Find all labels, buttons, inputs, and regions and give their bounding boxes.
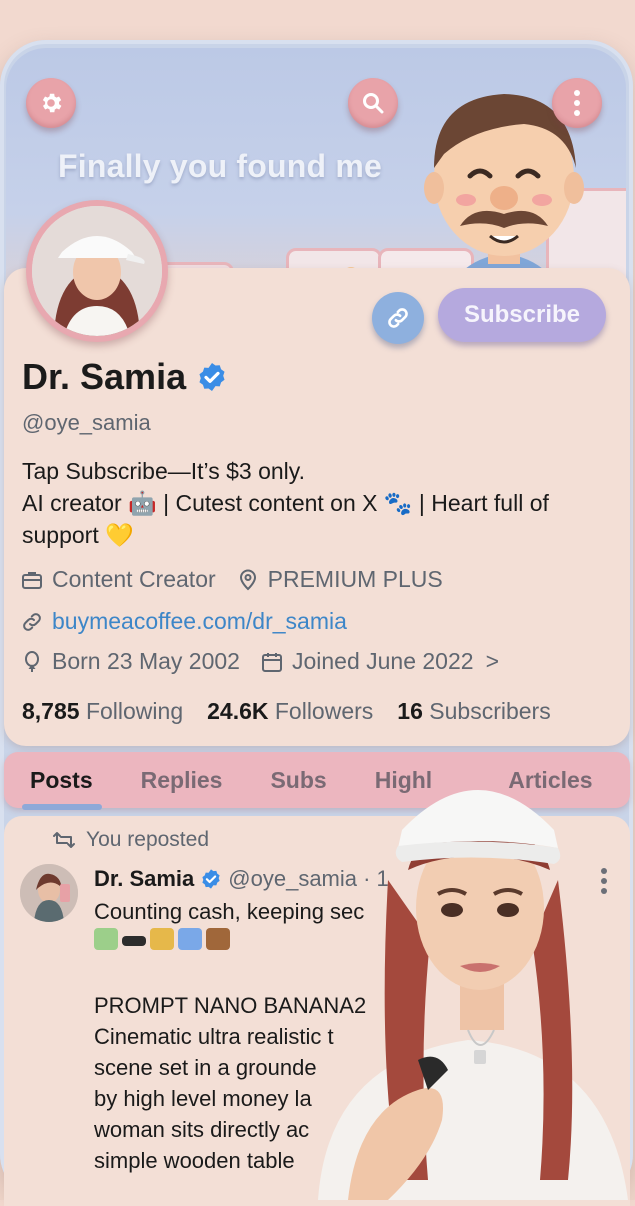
location-text: PREMIUM PLUS bbox=[267, 566, 443, 592]
gear-icon bbox=[42, 93, 62, 113]
profile-handle: @oye_samia bbox=[22, 410, 151, 435]
search-button[interactable] bbox=[348, 78, 398, 128]
profile-meta-dates: Born 23 May 2002 Joined June 2022 > bbox=[20, 648, 499, 675]
following-label: Following bbox=[85, 698, 184, 724]
born-text: Born 23 May 2002 bbox=[52, 648, 240, 674]
search-icon bbox=[363, 93, 384, 114]
banner-title: Finally you found me bbox=[58, 148, 383, 184]
location-icon bbox=[239, 569, 256, 590]
category-text: Content Creator bbox=[52, 566, 216, 592]
bio-line-1: Tap Subscribe—It’s $3 only. bbox=[22, 458, 305, 484]
character-illustration bbox=[318, 790, 628, 1200]
briefcase-emoji-icon bbox=[206, 928, 230, 950]
repost-icon bbox=[53, 832, 75, 848]
balloon-icon bbox=[25, 650, 39, 672]
chart-emoji-icon bbox=[178, 928, 202, 950]
briefcase-icon bbox=[22, 571, 42, 589]
post-emoji-row bbox=[94, 928, 230, 950]
tab-posts[interactable]: Posts bbox=[4, 767, 117, 794]
settings-button[interactable] bbox=[26, 78, 76, 128]
sunglasses-emoji-icon bbox=[122, 936, 146, 946]
more-options-button[interactable] bbox=[552, 78, 602, 128]
joined-text: Joined June 2022 bbox=[291, 648, 474, 674]
copy-link-button[interactable] bbox=[372, 292, 424, 344]
website-link[interactable]: buymeacoffee.com/dr_samia bbox=[52, 608, 347, 635]
following-count: 8,785 bbox=[22, 698, 80, 724]
verified-badge-icon bbox=[199, 363, 225, 391]
bio-line-3: support 💛 bbox=[22, 522, 134, 548]
repost-label: You reposted bbox=[86, 828, 209, 851]
calendar-icon bbox=[261, 652, 282, 672]
bio-line-2: AI creator 🤖 | Cutest content on X 🐾 | H… bbox=[22, 490, 549, 516]
lock-emoji-icon bbox=[150, 928, 174, 950]
profile-name: Dr. Samia bbox=[22, 356, 228, 398]
avatar-photo bbox=[32, 206, 162, 336]
post-author-avatar[interactable] bbox=[20, 864, 78, 922]
link-icon bbox=[388, 308, 408, 328]
followers-label: Followers bbox=[274, 698, 374, 724]
link-icon bbox=[23, 612, 41, 631]
subscribe-button[interactable]: Subscribe bbox=[438, 288, 606, 342]
profile-stats: 8,785 Following 24.6K Followers 16 Subsc… bbox=[22, 698, 551, 725]
profile-name-text: Dr. Samia bbox=[22, 356, 187, 397]
repost-indicator: You reposted bbox=[52, 828, 209, 852]
profile-bio: Tap Subscribe—It’s $3 only. AI creator 🤖… bbox=[22, 455, 612, 551]
tab-replies[interactable]: Replies bbox=[117, 767, 247, 794]
more-vertical-icon bbox=[574, 90, 580, 116]
money-emoji-icon bbox=[94, 928, 118, 950]
post-author-name[interactable]: Dr. Samia bbox=[94, 866, 194, 892]
subscribers-count: 16 bbox=[397, 698, 423, 724]
followers-stat[interactable]: 24.6K Followers bbox=[207, 698, 373, 725]
subscribers-label: Subscribers bbox=[429, 698, 551, 724]
verified-badge-icon bbox=[202, 869, 220, 889]
profile-meta-website[interactable]: buymeacoffee.com/dr_samia bbox=[20, 608, 347, 635]
chevron-right-icon[interactable]: > bbox=[486, 648, 499, 675]
subscribers-stat[interactable]: 16 Subscribers bbox=[397, 698, 550, 725]
followers-count: 24.6K bbox=[207, 698, 269, 724]
following-stat[interactable]: 8,785 Following bbox=[22, 698, 183, 725]
active-tab-indicator bbox=[22, 804, 102, 810]
profile-avatar[interactable] bbox=[26, 200, 168, 342]
profile-meta-category: Content Creator PREMIUM PLUS bbox=[20, 566, 443, 593]
